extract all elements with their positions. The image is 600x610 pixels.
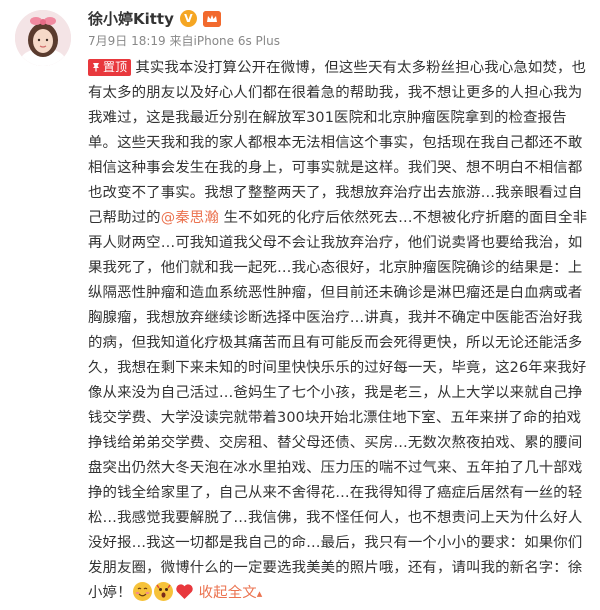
collapse-label: 收起全文 (198, 585, 257, 601)
collapse-full-text-link[interactable]: 收起全文▴ (199, 585, 263, 601)
chevron-up-icon: ▴ (256, 587, 263, 600)
username-link[interactable]: 徐小婷Kitty (88, 8, 174, 29)
crown-icon (202, 10, 221, 27)
avatar-image (15, 10, 71, 66)
pinned-label: 置顶 (103, 60, 128, 74)
verified-badge-icon[interactable]: V (179, 10, 197, 27)
post-text-part-1: 其实我本没打算公开在微博，但这些天有太多粉丝担心我心急如焚，也有太多的朋友以及好… (88, 60, 587, 226)
source-device[interactable]: iPhone 6s Plus (194, 34, 280, 48)
pinned-badge: 置顶 (88, 59, 132, 76)
post-content: 置顶 其实我本没打算公开在微博，但这些天有太多粉丝担心我心急如焚，也有太多的朋友以… (88, 56, 592, 606)
source-prefix: 来自 (169, 34, 194, 48)
avatar[interactable] (15, 10, 71, 66)
post-meta: 7月9日 18:19 来自iPhone 6s Plus (88, 32, 280, 49)
post-date[interactable]: 7月9日 18:19 (88, 34, 166, 48)
member-badge-icon[interactable] (202, 10, 221, 27)
smile-emoji-icon (132, 582, 152, 601)
shock-emoji-icon (153, 582, 173, 601)
pin-icon (93, 63, 99, 72)
author-row: 徐小婷Kitty V (88, 8, 221, 29)
heart-emoji-icon (175, 582, 194, 601)
post-text-part-2: 生不如死的化疗后依然死去…不想被化疗折磨的面目全非再人财两空…可我知道我父母不会… (88, 210, 588, 601)
mention-link[interactable]: @秦思瀚 (161, 210, 219, 226)
